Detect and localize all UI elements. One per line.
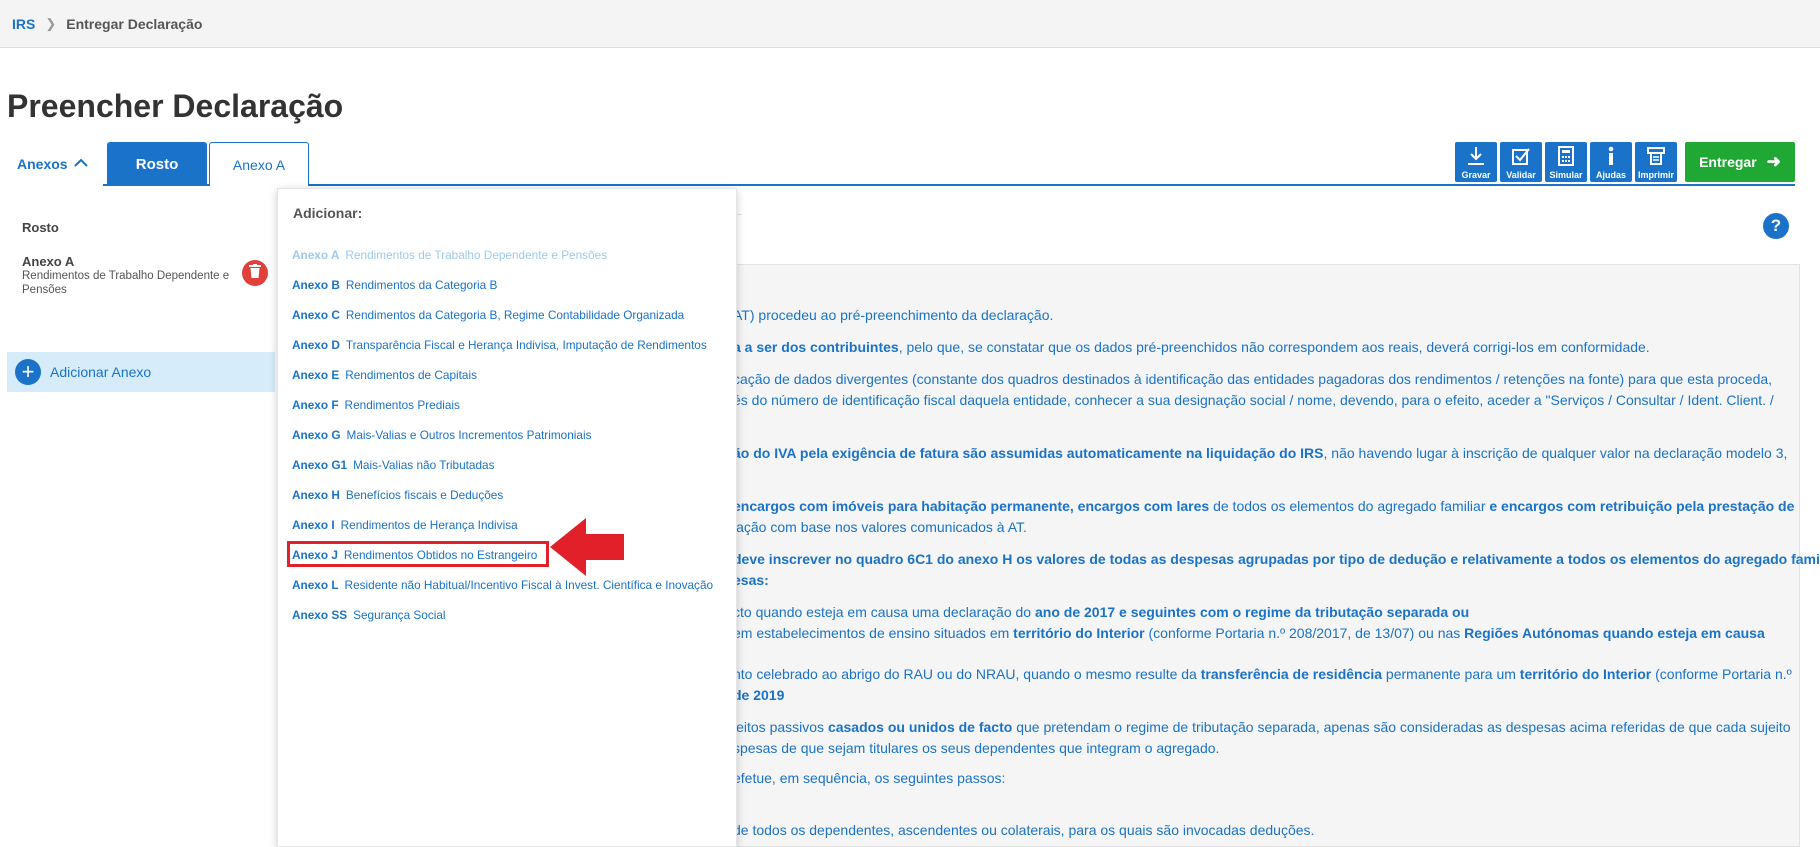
info-text-6: deve inscrever no quadro 6C1 do anexo H … — [733, 551, 1820, 567]
dropdown-item-anexo-g1[interactable]: Anexo G1 Mais-Valias não Tributadas — [292, 458, 495, 472]
dropdown-item-code: Anexo G — [292, 428, 341, 442]
info-text-11: de todos os dependentes, ascendentes ou … — [733, 822, 1315, 838]
breadcrumb: IRS ❯ Entregar Declaração — [0, 0, 1820, 48]
entregar-button[interactable]: Entregar ➜ — [1685, 142, 1795, 182]
dropdown-item-anexo-c[interactable]: Anexo C Rendimentos da Categoria B, Regim… — [292, 308, 684, 322]
dropdown-item-desc: Mais-Valias e Outros Incrementos Patrimo… — [346, 428, 592, 442]
tab-rosto[interactable]: Rosto — [107, 142, 207, 186]
dropdown-item-code: Anexo F — [292, 398, 339, 412]
imprimir-button[interactable]: Imprimir — [1635, 142, 1677, 182]
dropdown-item-code: Anexo A — [292, 248, 340, 262]
sidebar-item-anexo-a-desc: Rendimentos de Trabalho Dependente e Pen… — [22, 270, 230, 296]
dropdown-item-code: Anexo D — [292, 338, 340, 352]
help-icon[interactable]: ? — [1763, 213, 1789, 239]
simular-button[interactable]: Simular — [1545, 142, 1587, 182]
highlight-annotation-box — [287, 541, 549, 567]
delete-anexo-a-button[interactable] — [242, 260, 268, 286]
info-text-5b: lação com base nos valores comunicados à… — [733, 519, 1027, 535]
imprimir-label: Imprimir — [1637, 170, 1674, 180]
info-text-3: cação de dados divergentes (constante do… — [733, 371, 1773, 387]
trash-icon — [249, 263, 261, 283]
info-text-1: AT) procedeu ao pré-preenchimento da dec… — [733, 307, 1054, 323]
dropdown-item-code: Anexo G1 — [292, 458, 348, 472]
dropdown-item-desc: Segurança Social — [353, 608, 446, 622]
printer-icon — [1647, 144, 1665, 168]
dropdown-item-code: Anexo C — [292, 308, 340, 322]
validar-button[interactable]: Validar — [1500, 142, 1542, 182]
info-text-2: a a ser dos contribuintes, pelo que, se … — [733, 339, 1650, 355]
info-text-5: encargos com imóveis para habitação perm… — [733, 498, 1795, 514]
dropdown-item-code: Anexo B — [292, 278, 340, 292]
dropdown-item-desc: Rendimentos de Trabalho Dependente e Pen… — [345, 248, 608, 262]
entregar-label: Entregar — [1699, 154, 1757, 170]
checkbox-icon — [1511, 144, 1531, 168]
tab-anexos[interactable]: Anexos — [7, 142, 103, 186]
breadcrumb-current: Entregar Declaração — [66, 15, 203, 32]
download-icon — [1467, 144, 1485, 168]
ajudas-button[interactable]: Ajudas — [1590, 142, 1632, 182]
dropdown-item-desc: Rendimentos de Capitais — [345, 368, 478, 382]
dropdown-item-anexo-d[interactable]: Anexo D Transparência Fiscal e Herança In… — [292, 338, 707, 352]
gravar-button[interactable]: Gravar — [1455, 142, 1497, 182]
info-text-4: ão do IVA pela exigência de fatura são a… — [733, 445, 1788, 461]
dropdown-header: Adicionar: — [293, 205, 363, 221]
dropdown-item-anexo-b[interactable]: Anexo B Rendimentos da Categoria B — [292, 278, 497, 292]
breadcrumb-irs-link[interactable]: IRS — [12, 16, 35, 32]
page-title: Preencher Declaração — [7, 88, 344, 124]
dropdown-item-anexo-e[interactable]: Anexo E Rendimentos de Capitais — [292, 368, 477, 382]
add-anexo-button[interactable]: + Adicionar Anexo — [7, 352, 275, 392]
info-text-3b: és do número de identificação fiscal daq… — [733, 392, 1774, 408]
dropdown-item-anexo-g[interactable]: Anexo G Mais-Valias e Outros Incrementos … — [292, 428, 592, 442]
dropdown-item-desc: Benefícios fiscais e Deduções — [345, 488, 504, 502]
dropdown-item-desc: Residente não Habitual/Incentivo Fiscal … — [344, 578, 714, 592]
dropdown-item-anexo-ss[interactable]: Anexo SS Segurança Social — [292, 608, 446, 622]
dropdown-item-anexo-l[interactable]: Anexo L Residente não Habitual/Incentivo … — [292, 578, 713, 592]
chevron-right-icon: ❯ — [45, 15, 57, 31]
info-text-10: efetue, em sequência, os seguintes passo… — [733, 770, 1006, 786]
dropdown-item-desc: Rendimentos da Categoria B — [345, 278, 498, 292]
sidebar-item-anexo-a[interactable]: Anexo A — [22, 254, 74, 269]
ajudas-label: Ajudas — [1595, 170, 1626, 180]
dropdown-item-anexo-i[interactable]: Anexo I Rendimentos de Herança Indivisa — [292, 518, 518, 532]
dropdown-item-desc: Mais-Valias não Tributadas — [353, 458, 495, 472]
dropdown-item-code: Anexo H — [292, 488, 340, 502]
dropdown-item-desc: Rendimentos Prediais — [344, 398, 460, 412]
dropdown-item-anexo-f[interactable]: Anexo F Rendimentos Prediais — [292, 398, 460, 412]
info-text-9: jeitos passivos casados ou unidos de fac… — [733, 719, 1791, 735]
gravar-label: Gravar — [1461, 170, 1491, 180]
add-anexo-label: Adicionar Anexo — [50, 364, 152, 380]
red-arrow-annotation-icon — [550, 518, 624, 576]
info-text-8: nto celebrado ao abrigo do RAU ou do NRA… — [733, 666, 1792, 682]
anexos-sidebar: Rosto Anexo A Rendimentos de Trabalho De… — [7, 188, 275, 847]
dropdown-item-desc: Transparência Fiscal e Herança Indivisa,… — [345, 338, 707, 352]
info-text-7c: em estabelecimentos de ensino situados e… — [733, 625, 1765, 641]
sidebar-item-rosto[interactable]: Rosto — [22, 220, 59, 235]
info-text-9d: spesas de que sejam titulares os seus de… — [733, 740, 1220, 756]
dropdown-item-anexo-h[interactable]: Anexo H Benefícios fiscais e Deduções — [292, 488, 503, 502]
calculator-icon — [1558, 144, 1574, 168]
plus-icon: + — [15, 359, 41, 385]
dropdown-item-desc: Rendimentos de Herança Indivisa — [340, 518, 518, 532]
validar-label: Validar — [1506, 170, 1536, 180]
arrow-right-icon: ➜ — [1766, 152, 1781, 171]
dropdown-item-code: Anexo I — [292, 518, 335, 532]
tab-anexo-a[interactable]: Anexo A — [209, 142, 309, 186]
info-icon — [1606, 144, 1616, 168]
dropdown-item-anexo-a: Anexo A Rendimentos de Trabalho Dependent… — [292, 248, 607, 262]
info-text-8e: de 2019 — [733, 687, 785, 703]
dropdown-item-code: Anexo L — [292, 578, 339, 592]
dropdown-item-desc: Rendimentos da Categoria B, Regime Conta… — [345, 308, 685, 322]
simular-label: Simular — [1549, 170, 1583, 180]
info-text-6b: esas: — [733, 572, 769, 588]
tab-anexos-label: Anexos — [17, 156, 68, 172]
dropdown-item-code: Anexo E — [292, 368, 340, 382]
dropdown-item-code: Anexo SS — [292, 608, 348, 622]
info-text-7: cto quando esteja em causa uma declaraçã… — [733, 604, 1470, 620]
chevron-up-icon — [73, 157, 88, 171]
